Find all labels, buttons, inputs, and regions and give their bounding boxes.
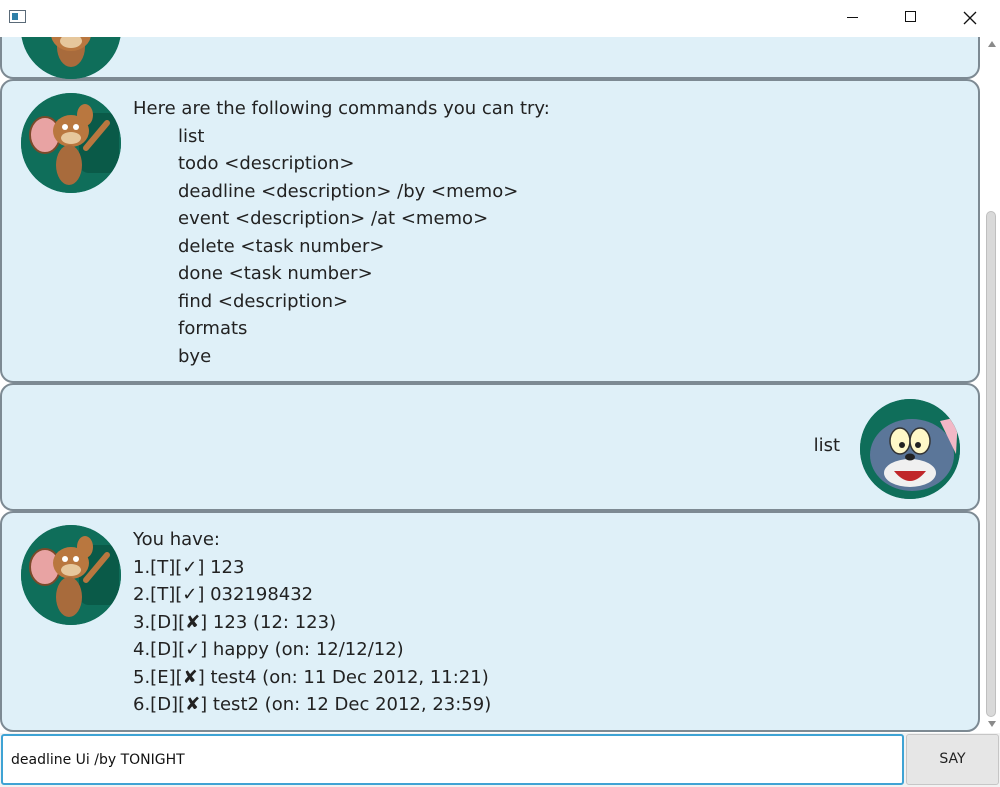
command-list-item: formats: [178, 318, 248, 339]
task-list-item: 1.[T][✓] 123: [133, 556, 245, 578]
maximize-button[interactable]: [881, 0, 940, 37]
task-list-item: 4.[D][✓] happy (on: 12/12/12): [133, 639, 404, 660]
bot-message-bubble-tasks: You have: 1.[T][✓] 123 2.[T][✓] 032198432 3…: [0, 511, 980, 732]
scroll-down-arrow-icon[interactable]: [988, 721, 996, 727]
command-list-item: todo <description>: [178, 153, 355, 174]
command-input[interactable]: [1, 734, 904, 785]
bot-avatar-icon: [21, 525, 121, 625]
help-intro: Here are the following commands you can …: [133, 98, 550, 119]
user-message-bubble: list: [0, 383, 980, 511]
command-list-item: find <description>: [178, 290, 349, 312]
scrollbar-thumb[interactable]: [986, 211, 996, 717]
minimize-icon: [847, 17, 858, 18]
task-list-item: 3.[D][✘] 123 (12: 123): [133, 611, 337, 633]
task-list-intro: You have:: [133, 529, 220, 550]
minimize-button[interactable]: [823, 0, 882, 37]
command-list-item: done <task number>: [178, 263, 373, 284]
say-button[interactable]: SAY: [906, 734, 999, 785]
task-list-item: 2.[T][✓] 032198432: [133, 584, 314, 605]
command-list-item: bye: [178, 345, 212, 367]
command-list-item: delete <task number>: [178, 235, 385, 257]
command-list-item: list: [178, 125, 205, 147]
command-list-item: event <description> /at <memo>: [178, 208, 489, 229]
bot-avatar-icon: [21, 37, 121, 79]
task-list-message: You have: 1.[T][✓] 123 2.[T][✓] 032198432 3…: [133, 526, 491, 719]
close-button[interactable]: [940, 0, 1000, 37]
command-list-item: deadline <description> /by <memo>: [178, 180, 519, 202]
title-bar: [0, 0, 1000, 37]
chat-scroll-pane[interactable]: Here are the following commands you can …: [0, 37, 984, 733]
bot-message-bubble-previous: [0, 37, 980, 79]
task-list-item: 5.[E][✘] test4 (on: 11 Dec 2012, 11:21): [133, 666, 489, 688]
user-message-text: list: [813, 435, 840, 456]
task-list-item: 6.[D][✘] test2 (on: 12 Dec 2012, 23:59): [133, 694, 492, 715]
app-window-icon: [9, 10, 26, 23]
user-avatar-icon: [860, 399, 960, 499]
vertical-scrollbar[interactable]: [984, 37, 1000, 733]
bot-message-bubble-help: Here are the following commands you can …: [0, 79, 980, 383]
bot-avatar-icon: [21, 93, 121, 193]
help-message: Here are the following commands you can …: [133, 95, 550, 370]
close-icon: [963, 11, 977, 25]
maximize-icon: [905, 11, 916, 22]
input-bar: SAY: [0, 733, 1000, 787]
scroll-up-arrow-icon[interactable]: [988, 41, 996, 47]
